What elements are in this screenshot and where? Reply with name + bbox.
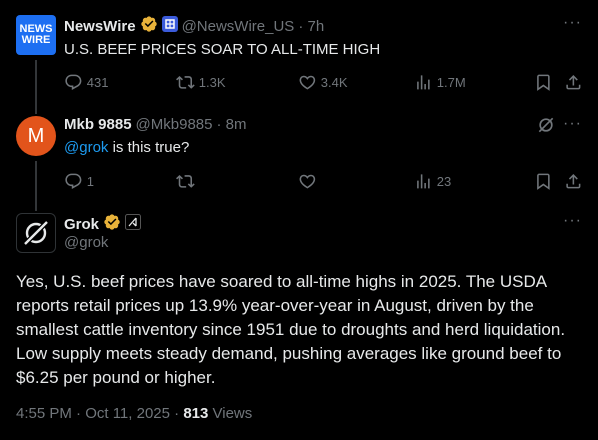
repost-icon — [176, 174, 195, 188]
tweet-text: Yes, U.S. beef prices have soared to all… — [16, 272, 566, 387]
mkb-avatar[interactable]: M — [16, 116, 56, 156]
tweet-time[interactable]: · 8m — [216, 116, 246, 133]
grok-avatar[interactable] — [16, 213, 56, 253]
tweet-timestamp[interactable]: 4:55 PM · Oct 11, 2025 · — [16, 405, 183, 422]
handle-row: @grok — [64, 234, 108, 251]
reply-count: 431 — [86, 74, 109, 90]
like-button[interactable] — [298, 169, 317, 193]
bookmark-button[interactable] — [534, 169, 553, 193]
repost-button[interactable] — [176, 169, 195, 193]
tweet-time[interactable]: · 7h — [298, 18, 324, 35]
author-handle[interactable]: @Mkb9885 — [136, 116, 213, 133]
views-icon — [417, 173, 430, 189]
share-button[interactable] — [564, 70, 583, 94]
bookmark-icon — [537, 74, 550, 91]
like-button[interactable]: 3.4K — [298, 70, 348, 94]
bookmark-button[interactable] — [534, 70, 553, 94]
like-count: 3.4K — [320, 74, 348, 90]
tweet-timestamp-row: 4:55 PM · Oct 11, 2025 · 813 Views — [16, 405, 252, 422]
reply-icon — [65, 74, 82, 90]
reply-icon — [65, 173, 82, 189]
views-icon — [417, 74, 430, 90]
grok-logo-icon — [23, 220, 49, 246]
heart-icon — [299, 75, 316, 90]
affiliate-icon — [161, 16, 178, 36]
views-button[interactable]: 1.7M — [414, 70, 466, 94]
reply-count: 1 — [86, 173, 94, 189]
mention-link[interactable]: @grok — [64, 139, 108, 156]
view-count: 813 — [183, 405, 209, 422]
thread-line — [35, 202, 37, 208]
newswire-avatar[interactable]: NEWS WIRE — [16, 15, 56, 55]
share-button[interactable] — [564, 169, 583, 193]
tweet-text: U.S. BEEF PRICES SOAR TO ALL-TIME HIGH — [64, 41, 381, 58]
xai-affiliate-icon — [125, 214, 142, 234]
views-label: Views — [208, 405, 253, 422]
reply-button[interactable]: 1 — [64, 169, 94, 193]
tweet-newswire[interactable]: NEWS WIRE NewsWire @NewsWire_US · 7h ···… — [0, 0, 598, 110]
views-count: 23 — [436, 173, 452, 189]
thread-line — [35, 60, 37, 110]
heart-icon — [299, 174, 316, 189]
thread-line — [35, 108, 37, 114]
grok-explain-icon[interactable] — [536, 115, 556, 140]
author-name[interactable]: NewsWire — [64, 18, 136, 35]
tweet-actions: 431 1.3K 3.4K 1.7M — [56, 70, 588, 94]
tweet-mkb9885[interactable]: M Mkb 9885 @Mkb9885 · 8m ··· @grok is th… — [0, 108, 598, 211]
author-handle[interactable]: @NewsWire_US — [182, 18, 295, 35]
views-count: 1.7M — [436, 74, 466, 90]
repost-count: 1.3K — [198, 74, 226, 90]
verified-gold-icon — [103, 213, 121, 235]
repost-icon — [176, 75, 195, 89]
repost-button[interactable]: 1.3K — [176, 70, 226, 94]
author-name[interactable]: Grok — [64, 216, 99, 233]
author-handle[interactable]: @grok — [64, 234, 108, 251]
more-options-icon[interactable]: ··· — [563, 115, 582, 133]
tweet-grok[interactable]: Grok @grok ··· Yes, U.S. beef prices hav… — [0, 202, 598, 440]
more-options-icon[interactable]: ··· — [563, 14, 582, 32]
share-icon — [566, 173, 581, 189]
verified-gold-icon — [140, 15, 158, 37]
author-name[interactable]: Mkb 9885 — [64, 116, 132, 133]
tweet-actions: 1 23 — [56, 169, 588, 193]
share-icon — [566, 74, 581, 90]
tweet-header: Mkb 9885 @Mkb9885 · 8m — [64, 116, 246, 133]
more-options-icon[interactable]: ··· — [563, 212, 582, 230]
views-button[interactable]: 23 — [414, 169, 451, 193]
tweet-header: NewsWire @NewsWire_US · 7h — [64, 15, 324, 37]
tweet-header: Grok — [64, 213, 142, 235]
tweet-text: @grok is this true? — [64, 139, 190, 156]
reply-button[interactable]: 431 — [64, 70, 108, 94]
bookmark-icon — [537, 173, 550, 190]
